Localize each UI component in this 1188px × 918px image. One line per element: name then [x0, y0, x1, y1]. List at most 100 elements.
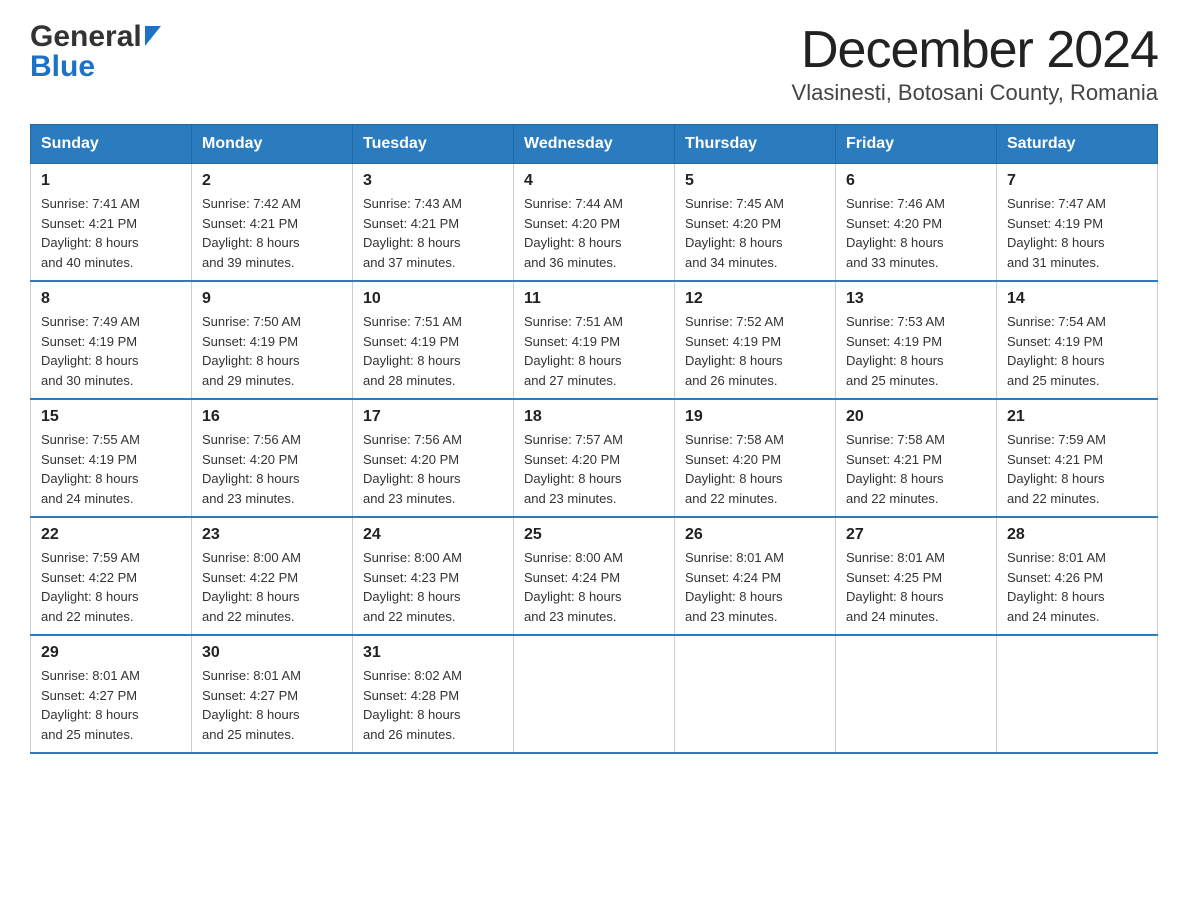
calendar-title: December 2024	[792, 20, 1158, 80]
calendar-table: Sunday Monday Tuesday Wednesday Thursday…	[30, 124, 1158, 754]
day-info: Sunrise: 7:51 AM Sunset: 4:19 PM Dayligh…	[363, 312, 503, 390]
day-number: 7	[1007, 172, 1147, 190]
calendar-cell: 6 Sunrise: 7:46 AM Sunset: 4:20 PM Dayli…	[836, 164, 997, 282]
calendar-cell: 2 Sunrise: 7:42 AM Sunset: 4:21 PM Dayli…	[192, 164, 353, 282]
calendar-cell	[675, 635, 836, 753]
calendar-cell: 7 Sunrise: 7:47 AM Sunset: 4:19 PM Dayli…	[997, 164, 1158, 282]
week-row-5: 29 Sunrise: 8:01 AM Sunset: 4:27 PM Dayl…	[31, 635, 1158, 753]
day-number: 4	[524, 172, 664, 190]
day-number: 10	[363, 290, 503, 308]
day-number: 5	[685, 172, 825, 190]
day-number: 31	[363, 644, 503, 662]
day-info: Sunrise: 7:50 AM Sunset: 4:19 PM Dayligh…	[202, 312, 342, 390]
logo-general-text: General	[30, 20, 142, 54]
day-info: Sunrise: 7:56 AM Sunset: 4:20 PM Dayligh…	[363, 430, 503, 508]
day-number: 22	[41, 526, 181, 544]
day-info: Sunrise: 7:56 AM Sunset: 4:20 PM Dayligh…	[202, 430, 342, 508]
day-info: Sunrise: 7:47 AM Sunset: 4:19 PM Dayligh…	[1007, 194, 1147, 272]
logo: General Blue	[30, 20, 161, 84]
day-info: Sunrise: 7:43 AM Sunset: 4:21 PM Dayligh…	[363, 194, 503, 272]
logo-triangle-icon	[145, 26, 161, 46]
calendar-cell: 25 Sunrise: 8:00 AM Sunset: 4:24 PM Dayl…	[514, 517, 675, 635]
col-saturday: Saturday	[997, 125, 1158, 164]
day-number: 20	[846, 408, 986, 426]
day-number: 26	[685, 526, 825, 544]
col-monday: Monday	[192, 125, 353, 164]
week-row-3: 15 Sunrise: 7:55 AM Sunset: 4:19 PM Dayl…	[31, 399, 1158, 517]
calendar-cell: 26 Sunrise: 8:01 AM Sunset: 4:24 PM Dayl…	[675, 517, 836, 635]
day-info: Sunrise: 7:49 AM Sunset: 4:19 PM Dayligh…	[41, 312, 181, 390]
day-number: 16	[202, 408, 342, 426]
calendar-cell: 31 Sunrise: 8:02 AM Sunset: 4:28 PM Dayl…	[353, 635, 514, 753]
day-number: 14	[1007, 290, 1147, 308]
day-info: Sunrise: 7:52 AM Sunset: 4:19 PM Dayligh…	[685, 312, 825, 390]
calendar-cell: 22 Sunrise: 7:59 AM Sunset: 4:22 PM Dayl…	[31, 517, 192, 635]
day-info: Sunrise: 8:01 AM Sunset: 4:25 PM Dayligh…	[846, 548, 986, 626]
day-info: Sunrise: 8:01 AM Sunset: 4:24 PM Dayligh…	[685, 548, 825, 626]
day-number: 30	[202, 644, 342, 662]
page-header: General Blue December 2024 Vlasinesti, B…	[30, 20, 1158, 106]
title-area: December 2024 Vlasinesti, Botosani Count…	[792, 20, 1158, 106]
day-info: Sunrise: 7:55 AM Sunset: 4:19 PM Dayligh…	[41, 430, 181, 508]
day-info: Sunrise: 8:00 AM Sunset: 4:22 PM Dayligh…	[202, 548, 342, 626]
day-number: 8	[41, 290, 181, 308]
col-friday: Friday	[836, 125, 997, 164]
day-number: 13	[846, 290, 986, 308]
day-number: 3	[363, 172, 503, 190]
day-number: 11	[524, 290, 664, 308]
day-info: Sunrise: 7:44 AM Sunset: 4:20 PM Dayligh…	[524, 194, 664, 272]
week-row-4: 22 Sunrise: 7:59 AM Sunset: 4:22 PM Dayl…	[31, 517, 1158, 635]
day-number: 24	[363, 526, 503, 544]
day-number: 9	[202, 290, 342, 308]
calendar-cell	[997, 635, 1158, 753]
day-number: 27	[846, 526, 986, 544]
calendar-cell: 29 Sunrise: 8:01 AM Sunset: 4:27 PM Dayl…	[31, 635, 192, 753]
day-info: Sunrise: 7:53 AM Sunset: 4:19 PM Dayligh…	[846, 312, 986, 390]
calendar-cell	[514, 635, 675, 753]
calendar-cell: 12 Sunrise: 7:52 AM Sunset: 4:19 PM Dayl…	[675, 281, 836, 399]
calendar-cell: 18 Sunrise: 7:57 AM Sunset: 4:20 PM Dayl…	[514, 399, 675, 517]
calendar-subtitle: Vlasinesti, Botosani County, Romania	[792, 80, 1158, 106]
day-info: Sunrise: 8:01 AM Sunset: 4:26 PM Dayligh…	[1007, 548, 1147, 626]
day-info: Sunrise: 8:02 AM Sunset: 4:28 PM Dayligh…	[363, 666, 503, 744]
day-number: 1	[41, 172, 181, 190]
day-info: Sunrise: 8:00 AM Sunset: 4:23 PM Dayligh…	[363, 548, 503, 626]
calendar-header-row: Sunday Monday Tuesday Wednesday Thursday…	[31, 125, 1158, 164]
calendar-cell	[836, 635, 997, 753]
logo-blue-text: Blue	[30, 50, 161, 84]
calendar-cell: 28 Sunrise: 8:01 AM Sunset: 4:26 PM Dayl…	[997, 517, 1158, 635]
calendar-cell: 11 Sunrise: 7:51 AM Sunset: 4:19 PM Dayl…	[514, 281, 675, 399]
day-info: Sunrise: 7:54 AM Sunset: 4:19 PM Dayligh…	[1007, 312, 1147, 390]
day-number: 23	[202, 526, 342, 544]
day-info: Sunrise: 7:42 AM Sunset: 4:21 PM Dayligh…	[202, 194, 342, 272]
day-number: 15	[41, 408, 181, 426]
calendar-cell: 16 Sunrise: 7:56 AM Sunset: 4:20 PM Dayl…	[192, 399, 353, 517]
day-info: Sunrise: 7:59 AM Sunset: 4:21 PM Dayligh…	[1007, 430, 1147, 508]
calendar-cell: 9 Sunrise: 7:50 AM Sunset: 4:19 PM Dayli…	[192, 281, 353, 399]
calendar-cell: 24 Sunrise: 8:00 AM Sunset: 4:23 PM Dayl…	[353, 517, 514, 635]
day-info: Sunrise: 7:51 AM Sunset: 4:19 PM Dayligh…	[524, 312, 664, 390]
day-info: Sunrise: 7:58 AM Sunset: 4:20 PM Dayligh…	[685, 430, 825, 508]
day-info: Sunrise: 7:45 AM Sunset: 4:20 PM Dayligh…	[685, 194, 825, 272]
calendar-cell: 13 Sunrise: 7:53 AM Sunset: 4:19 PM Dayl…	[836, 281, 997, 399]
calendar-cell: 23 Sunrise: 8:00 AM Sunset: 4:22 PM Dayl…	[192, 517, 353, 635]
col-thursday: Thursday	[675, 125, 836, 164]
day-info: Sunrise: 8:01 AM Sunset: 4:27 PM Dayligh…	[41, 666, 181, 744]
col-wednesday: Wednesday	[514, 125, 675, 164]
logo-wordmark: General Blue	[30, 20, 161, 84]
calendar-cell: 8 Sunrise: 7:49 AM Sunset: 4:19 PM Dayli…	[31, 281, 192, 399]
calendar-cell: 19 Sunrise: 7:58 AM Sunset: 4:20 PM Dayl…	[675, 399, 836, 517]
day-info: Sunrise: 7:46 AM Sunset: 4:20 PM Dayligh…	[846, 194, 986, 272]
day-number: 18	[524, 408, 664, 426]
day-number: 28	[1007, 526, 1147, 544]
day-info: Sunrise: 7:57 AM Sunset: 4:20 PM Dayligh…	[524, 430, 664, 508]
calendar-cell: 3 Sunrise: 7:43 AM Sunset: 4:21 PM Dayli…	[353, 164, 514, 282]
day-number: 6	[846, 172, 986, 190]
calendar-cell: 14 Sunrise: 7:54 AM Sunset: 4:19 PM Dayl…	[997, 281, 1158, 399]
day-number: 17	[363, 408, 503, 426]
calendar-cell: 10 Sunrise: 7:51 AM Sunset: 4:19 PM Dayl…	[353, 281, 514, 399]
col-tuesday: Tuesday	[353, 125, 514, 164]
calendar-cell: 5 Sunrise: 7:45 AM Sunset: 4:20 PM Dayli…	[675, 164, 836, 282]
day-info: Sunrise: 7:58 AM Sunset: 4:21 PM Dayligh…	[846, 430, 986, 508]
week-row-2: 8 Sunrise: 7:49 AM Sunset: 4:19 PM Dayli…	[31, 281, 1158, 399]
